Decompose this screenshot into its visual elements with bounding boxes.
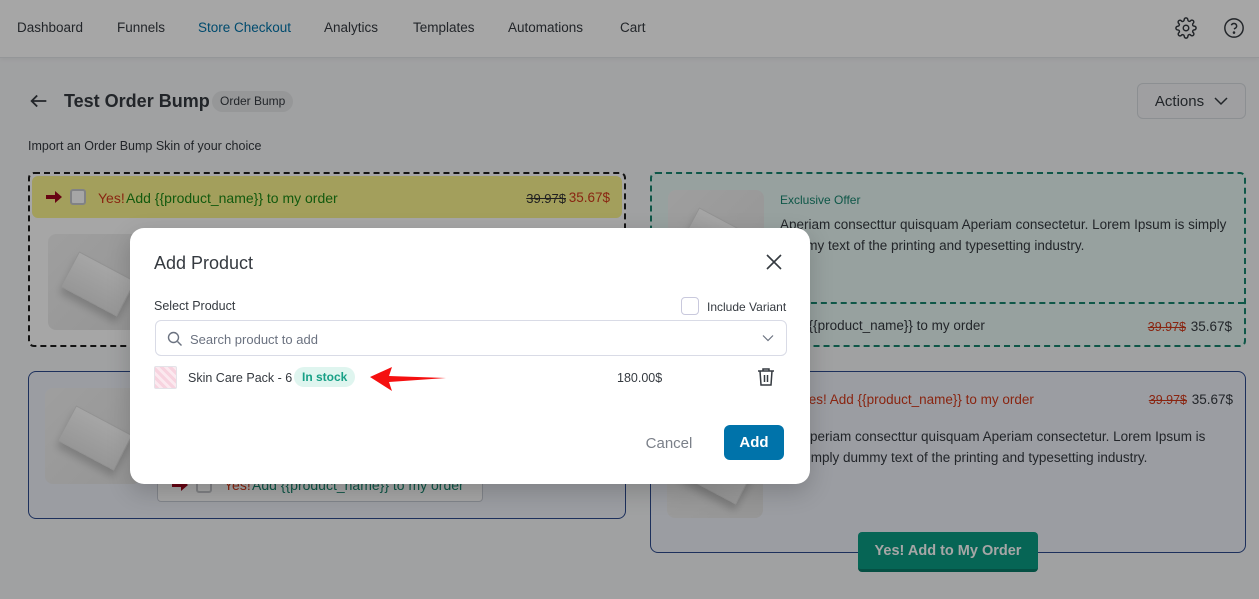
add-product-modal: Add Product Select Product Include Varia…	[130, 228, 810, 484]
include-variant-label: Include Variant	[707, 300, 787, 314]
close-icon[interactable]	[764, 252, 786, 274]
select-product-label: Select Product	[154, 299, 236, 313]
modal-title: Add Product	[154, 253, 254, 273]
product-list-item: Skin Care Pack - 6 In stock 180.00$	[154, 366, 786, 391]
product-thumbnail	[154, 366, 177, 389]
add-button[interactable]: Add	[724, 425, 784, 460]
search-icon	[167, 331, 182, 346]
chevron-down-icon[interactable]	[762, 334, 774, 342]
cancel-button[interactable]: Cancel	[635, 426, 703, 460]
trash-icon[interactable]	[757, 367, 777, 387]
stock-status-badge: In stock	[294, 367, 356, 387]
product-search-input[interactable]	[190, 329, 740, 349]
product-price: 180.00$	[617, 371, 663, 385]
include-variant-checkbox[interactable]	[681, 297, 699, 315]
pointer-arrow-icon	[370, 367, 446, 391]
product-search-select[interactable]	[155, 320, 787, 356]
product-name: Skin Care Pack - 6	[188, 371, 293, 385]
